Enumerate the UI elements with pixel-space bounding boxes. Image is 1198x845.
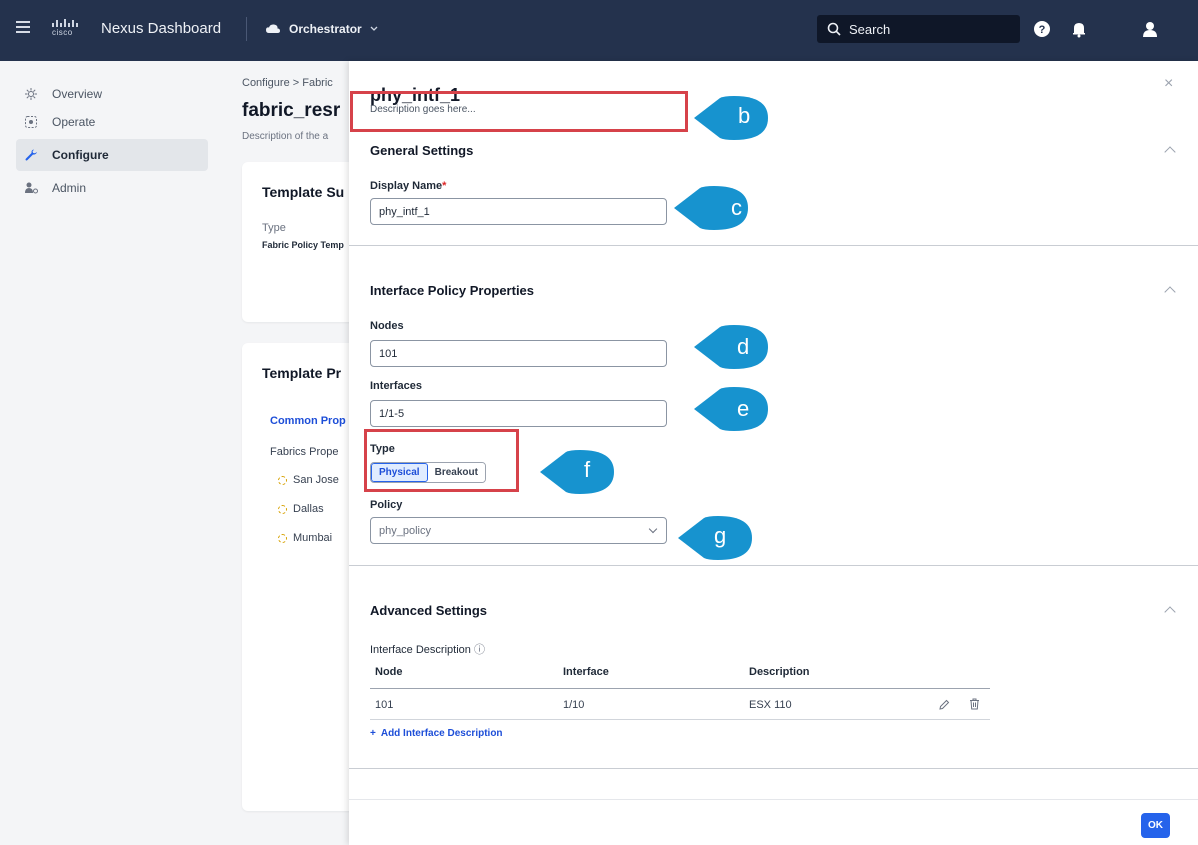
edit-icon[interactable] bbox=[938, 699, 950, 711]
bell-icon[interactable] bbox=[1070, 20, 1088, 38]
site-icon bbox=[278, 533, 287, 543]
nodes-label: Nodes bbox=[370, 320, 404, 332]
policy-select[interactable]: phy_policy bbox=[370, 517, 667, 544]
highlight-type bbox=[364, 429, 519, 492]
required-mark: * bbox=[442, 180, 447, 192]
logo-text: cisco bbox=[52, 28, 73, 37]
sidebar-item-label: Admin bbox=[52, 181, 87, 195]
card-title: Template Pr bbox=[262, 365, 342, 381]
callout-letter-g: g bbox=[714, 523, 727, 548]
operate-icon bbox=[24, 115, 38, 129]
interface-description-label: Interface Description ⓘ bbox=[370, 641, 485, 657]
table-cell-description: ESX 110 bbox=[749, 699, 792, 711]
page-title: fabric_resr bbox=[242, 100, 341, 121]
app-name: Orchestrator bbox=[289, 22, 362, 36]
callout-e bbox=[694, 387, 768, 431]
callout-b bbox=[694, 96, 768, 140]
menu-icon[interactable] bbox=[16, 21, 30, 33]
type-label: Type bbox=[262, 222, 286, 234]
advanced-settings-title: Advanced Settings bbox=[370, 603, 488, 618]
column-header-node: Node bbox=[375, 666, 403, 678]
callout-d bbox=[694, 325, 768, 369]
sidebar-item-label: Overview bbox=[52, 87, 103, 101]
display-name-input[interactable] bbox=[370, 198, 667, 225]
sidebar-item-label: Operate bbox=[52, 115, 96, 129]
product-title[interactable]: Nexus Dashboard bbox=[101, 20, 221, 37]
topbar-divider bbox=[246, 17, 247, 41]
collapse-interface-policy-icon[interactable] bbox=[1164, 286, 1176, 298]
admin-icon bbox=[24, 181, 38, 195]
close-icon[interactable]: × bbox=[1164, 75, 1173, 93]
app-switcher[interactable]: Orchestrator bbox=[265, 22, 378, 36]
footer-divider bbox=[349, 799, 1198, 800]
callout-letter-d: d bbox=[737, 334, 750, 359]
help-icon[interactable]: ? bbox=[1033, 20, 1051, 38]
common-properties-link[interactable]: Common Prop bbox=[270, 415, 346, 427]
highlight-description bbox=[350, 91, 688, 132]
trash-icon[interactable] bbox=[969, 698, 980, 710]
info-icon[interactable]: ⓘ bbox=[474, 644, 485, 656]
interfaces-label: Interfaces bbox=[370, 380, 422, 392]
display-name-label-text: Display Name bbox=[370, 180, 443, 192]
section-divider bbox=[349, 768, 1198, 769]
site-icon bbox=[278, 475, 287, 485]
fabrics-properties-label[interactable]: Fabrics Prope bbox=[270, 446, 338, 458]
callout-letter-b: b bbox=[738, 103, 751, 128]
general-settings-title: General Settings bbox=[370, 143, 474, 158]
sidebar-item-operate[interactable]: Operate bbox=[16, 106, 208, 138]
overview-icon bbox=[24, 87, 38, 101]
page-description: Description of the a bbox=[242, 131, 329, 142]
top-bar: cisco Nexus Dashboard Orchestrator Searc… bbox=[0, 0, 1198, 61]
sidebar-item-admin[interactable]: Admin bbox=[16, 172, 208, 204]
card-title: Template Su bbox=[262, 184, 345, 200]
search-label: Search bbox=[849, 21, 891, 37]
interface-policy-title: Interface Policy Properties bbox=[370, 283, 535, 298]
display-name-label: Display Name* bbox=[370, 180, 446, 192]
add-interface-description-label: Add Interface Description bbox=[380, 728, 503, 739]
svg-text:?: ? bbox=[1039, 24, 1046, 36]
nodes-input[interactable] bbox=[370, 340, 667, 367]
type-value: Fabric Policy Temp bbox=[262, 240, 344, 250]
ok-button[interactable]: OK bbox=[1141, 813, 1170, 838]
cisco-logo: cisco bbox=[52, 19, 86, 37]
section-divider bbox=[349, 565, 1198, 566]
plus-icon: + bbox=[370, 728, 376, 739]
table-row-line bbox=[370, 719, 990, 720]
site-icon bbox=[278, 504, 287, 514]
column-header-interface: Interface bbox=[563, 666, 609, 678]
callout-letter-e: e bbox=[737, 396, 750, 421]
sidebar: Overview Operate Configure Admin bbox=[0, 61, 222, 845]
collapse-general-icon[interactable] bbox=[1164, 146, 1176, 158]
chevron-down-icon bbox=[648, 524, 658, 534]
callout-letter-f: f bbox=[584, 457, 591, 482]
site-name: San Jose bbox=[293, 474, 339, 486]
site-name: Mumbai bbox=[293, 532, 333, 544]
table-header-line bbox=[370, 688, 990, 689]
column-header-description: Description bbox=[749, 666, 810, 678]
collapse-advanced-icon[interactable] bbox=[1164, 606, 1176, 618]
search-bar[interactable]: Search bbox=[817, 15, 1020, 43]
table-cell-interface: 1/10 bbox=[563, 699, 585, 711]
interfaces-input[interactable] bbox=[370, 400, 667, 427]
search-icon bbox=[827, 22, 841, 36]
policy-label: Policy bbox=[370, 499, 403, 511]
callout-f bbox=[540, 450, 614, 494]
section-divider bbox=[349, 245, 1198, 246]
wrench-icon bbox=[24, 148, 38, 162]
add-interface-description-button[interactable]: + Add Interface Description bbox=[370, 728, 503, 739]
cloud-icon bbox=[266, 24, 280, 33]
chevron-down-icon bbox=[370, 26, 378, 31]
site-item[interactable]: Dallas bbox=[278, 503, 324, 515]
interface-description-label-text: Interface Description bbox=[370, 644, 471, 656]
callout-letter-c: c bbox=[731, 195, 742, 220]
policy-value: phy_policy bbox=[379, 524, 431, 537]
site-item[interactable]: Mumbai bbox=[278, 532, 332, 544]
sidebar-item-label: Configure bbox=[52, 148, 109, 162]
user-icon[interactable] bbox=[1141, 20, 1159, 38]
table-cell-node: 101 bbox=[375, 699, 394, 711]
site-item[interactable]: San Jose bbox=[278, 474, 339, 486]
breadcrumb[interactable]: Configure > Fabric bbox=[242, 77, 333, 89]
sidebar-item-configure[interactable]: Configure bbox=[16, 139, 208, 171]
site-name: Dallas bbox=[293, 503, 324, 515]
